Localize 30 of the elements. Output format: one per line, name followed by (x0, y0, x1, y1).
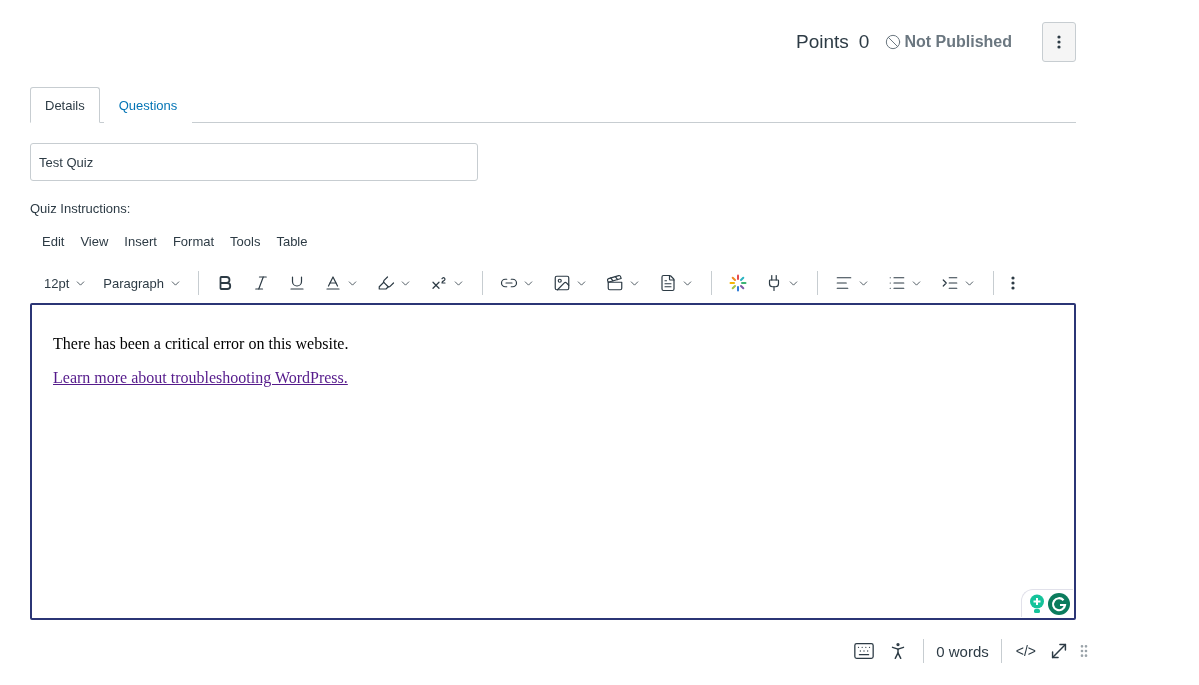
points-label: Points (796, 31, 849, 53)
indent-icon (941, 274, 960, 292)
assistant-widget[interactable] (1021, 589, 1073, 617)
editor-area[interactable]: There has been a critical error on this website. Learn more about troubleshooting WordPress. (30, 303, 1076, 620)
more-icon (1057, 35, 1061, 49)
font-size-dropdown[interactable]: 12pt (36, 269, 96, 297)
list-icon (888, 274, 907, 292)
word-count: 0 words (935, 642, 990, 660)
highlighter-icon (377, 274, 396, 292)
instructions-label: Quiz Instructions: (30, 201, 132, 216)
html-editor-button[interactable]: </> (1009, 641, 1042, 661)
lightbulb-icon (1029, 593, 1045, 614)
tab[interactable]: Details (30, 87, 100, 123)
unpublished-icon (885, 34, 902, 50)
align-left-icon (835, 274, 854, 292)
superscript-icon (430, 274, 449, 292)
image-icon (553, 274, 572, 292)
assistant-logo-icon (1048, 592, 1070, 615)
title-field[interactable]: Test Quiz (30, 143, 478, 181)
keyboard-icon (853, 640, 876, 662)
troubleshooting-link[interactable]: Learn more about troubleshooting WordPress. (53, 369, 348, 386)
error-message: There has been a critical error on this website. (53, 335, 350, 353)
more-options-button[interactable] (1042, 22, 1076, 62)
sparkle-icon (729, 274, 748, 292)
block-format-dropdown[interactable]: Paragraph (95, 269, 191, 297)
points-value: 0 (858, 31, 870, 53)
publish-status: Not Published (885, 33, 1012, 51)
document-icon (659, 274, 678, 292)
media-icon (606, 274, 625, 292)
more-icon (1011, 276, 1016, 290)
